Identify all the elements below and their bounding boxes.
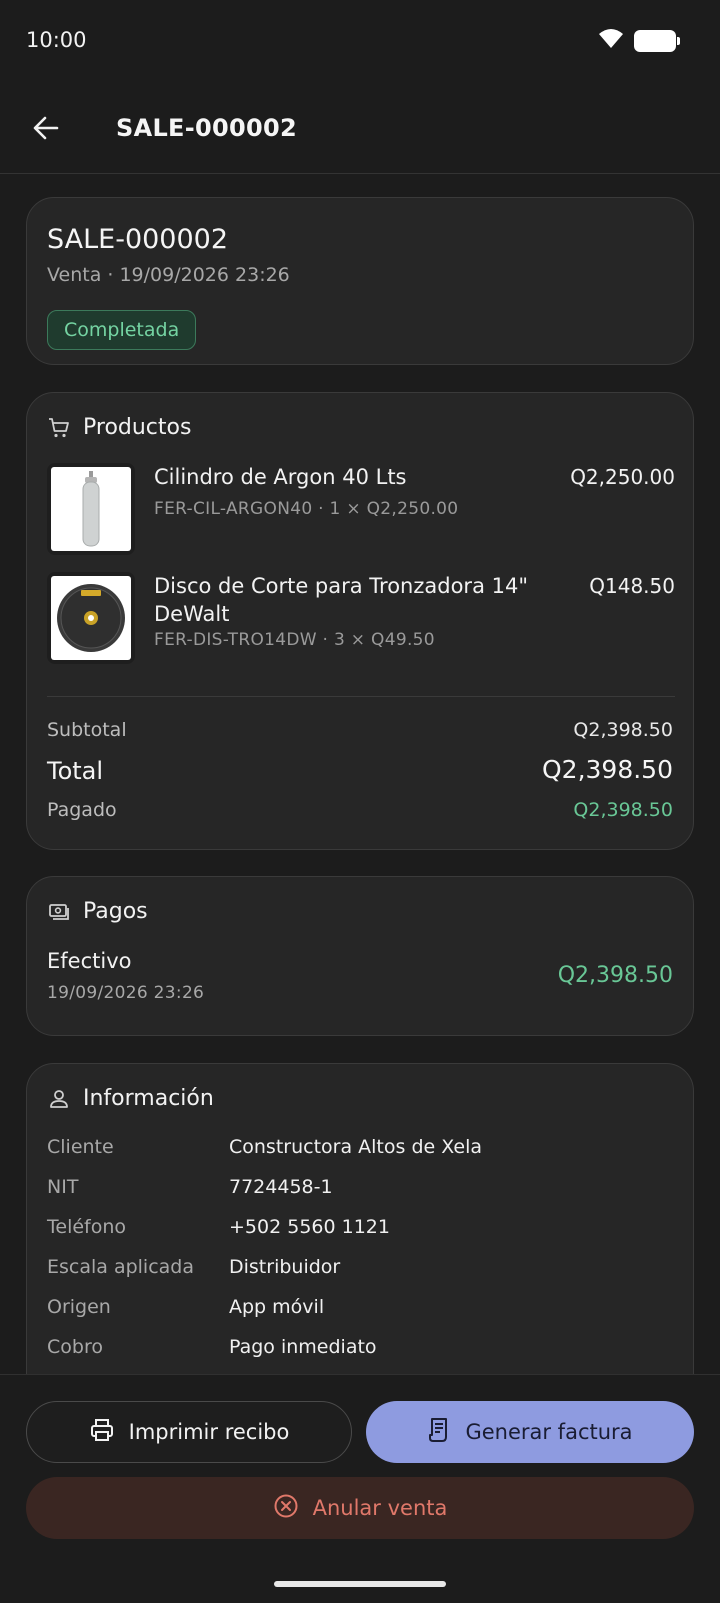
product-thumbnail xyxy=(47,572,135,664)
products-heading-label: Productos xyxy=(83,415,192,440)
arrow-left-icon xyxy=(32,114,60,146)
status-time: 10:00 xyxy=(26,28,87,52)
status-icons xyxy=(598,28,680,54)
info-value-escala: Distribuidor xyxy=(229,1256,341,1278)
print-receipt-label: Imprimir recibo xyxy=(128,1420,290,1444)
products-card: Productos Cilindro de Argon 40 Lts FER-C… xyxy=(26,392,694,850)
status-badge: Completada xyxy=(47,310,197,350)
generate-invoice-label: Generar factura xyxy=(465,1420,633,1444)
payments-card: Pagos Efectivo 19/09/2026 23:26 Q2,398.5… xyxy=(26,876,694,1036)
product-price: Q148.50 xyxy=(589,574,675,598)
home-indicator[interactable] xyxy=(274,1581,446,1587)
payments-heading: Pagos xyxy=(47,899,148,924)
payment-method: Efectivo xyxy=(47,949,132,973)
info-label-cobro: Cobro xyxy=(47,1336,103,1358)
app-bar: SALE-000002 xyxy=(0,84,720,174)
products-heading: Productos xyxy=(47,415,191,440)
subtotal-value: Q2,398.50 xyxy=(573,719,673,741)
status-bar: 10:00 xyxy=(0,0,720,84)
product-price: Q2,250.00 xyxy=(570,465,675,489)
product-name: Cilindro de Argon 40 Lts xyxy=(154,465,407,489)
cutting-disc-icon xyxy=(57,584,125,652)
payment-date: 19/09/2026 23:26 xyxy=(47,983,205,1003)
info-label-escala: Escala aplicada xyxy=(47,1256,195,1278)
product-item[interactable]: Cilindro de Argon 40 Lts FER-CIL-ARGON40… xyxy=(47,463,675,555)
product-meta: FER-CIL-ARGON40 · 1 × Q2,250.00 xyxy=(154,499,459,519)
info-value-cliente: Constructora Altos de Xela xyxy=(229,1136,483,1158)
info-heading: Información xyxy=(47,1086,214,1111)
total-value: Q2,398.50 xyxy=(541,755,673,784)
print-receipt-button[interactable]: Imprimir recibo xyxy=(26,1401,352,1463)
info-heading-label: Información xyxy=(83,1086,214,1111)
subtotal-label: Subtotal xyxy=(47,719,127,741)
back-button[interactable] xyxy=(26,110,66,150)
info-label-origen: Origen xyxy=(47,1296,111,1318)
product-item[interactable]: Disco de Corte para Tronzadora 14" DeWal… xyxy=(47,572,675,672)
cancel-circle-icon xyxy=(273,1493,299,1524)
sale-id: SALE-000002 xyxy=(47,224,229,255)
page-title: SALE-000002 xyxy=(116,114,298,142)
scroll-content[interactable]: SALE-000002 Venta · 19/09/2026 23:26 Com… xyxy=(0,175,720,1374)
product-name: Disco de Corte para Tronzadora 14" DeWal… xyxy=(154,574,528,626)
info-label-telefono: Teléfono xyxy=(47,1216,127,1238)
printer-icon xyxy=(89,1417,115,1448)
battery-icon xyxy=(634,30,680,52)
info-label-cliente: Cliente xyxy=(47,1136,114,1158)
paid-value: Q2,398.50 xyxy=(573,799,673,821)
info-card: Información Cliente Constructora Altos d… xyxy=(26,1063,694,1374)
shopping-cart-icon xyxy=(47,416,71,440)
info-value-origen: App móvil xyxy=(229,1296,325,1318)
sale-summary-card: SALE-000002 Venta · 19/09/2026 23:26 Com… xyxy=(26,197,694,365)
gas-cylinder-icon xyxy=(82,471,100,547)
product-meta: FER-DIS-TRO14DW · 3 × Q49.50 xyxy=(154,630,435,650)
generate-invoice-button[interactable]: Generar factura xyxy=(366,1401,694,1463)
products-divider xyxy=(47,696,675,697)
wifi-icon xyxy=(598,28,624,54)
info-value-nit: 7724458-1 xyxy=(229,1176,333,1198)
payments-heading-label: Pagos xyxy=(83,899,148,924)
person-icon xyxy=(47,1087,71,1111)
info-value-telefono: +502 5560 1121 xyxy=(229,1216,390,1238)
paid-label: Pagado xyxy=(47,799,117,821)
sale-type-date: Venta · 19/09/2026 23:26 xyxy=(47,264,290,286)
info-label-nit: NIT xyxy=(47,1176,79,1198)
payment-amount: Q2,398.50 xyxy=(557,963,673,988)
total-label: Total xyxy=(47,757,104,785)
invoice-icon xyxy=(427,1417,451,1448)
cash-icon xyxy=(47,900,71,924)
bottom-action-bar: Imprimir recibo Generar factura Anular v… xyxy=(0,1374,720,1603)
info-value-cobro: Pago inmediato xyxy=(229,1336,377,1358)
cancel-sale-button[interactable]: Anular venta xyxy=(26,1477,694,1539)
cancel-sale-label: Anular venta xyxy=(312,1496,448,1520)
product-thumbnail xyxy=(47,463,135,555)
